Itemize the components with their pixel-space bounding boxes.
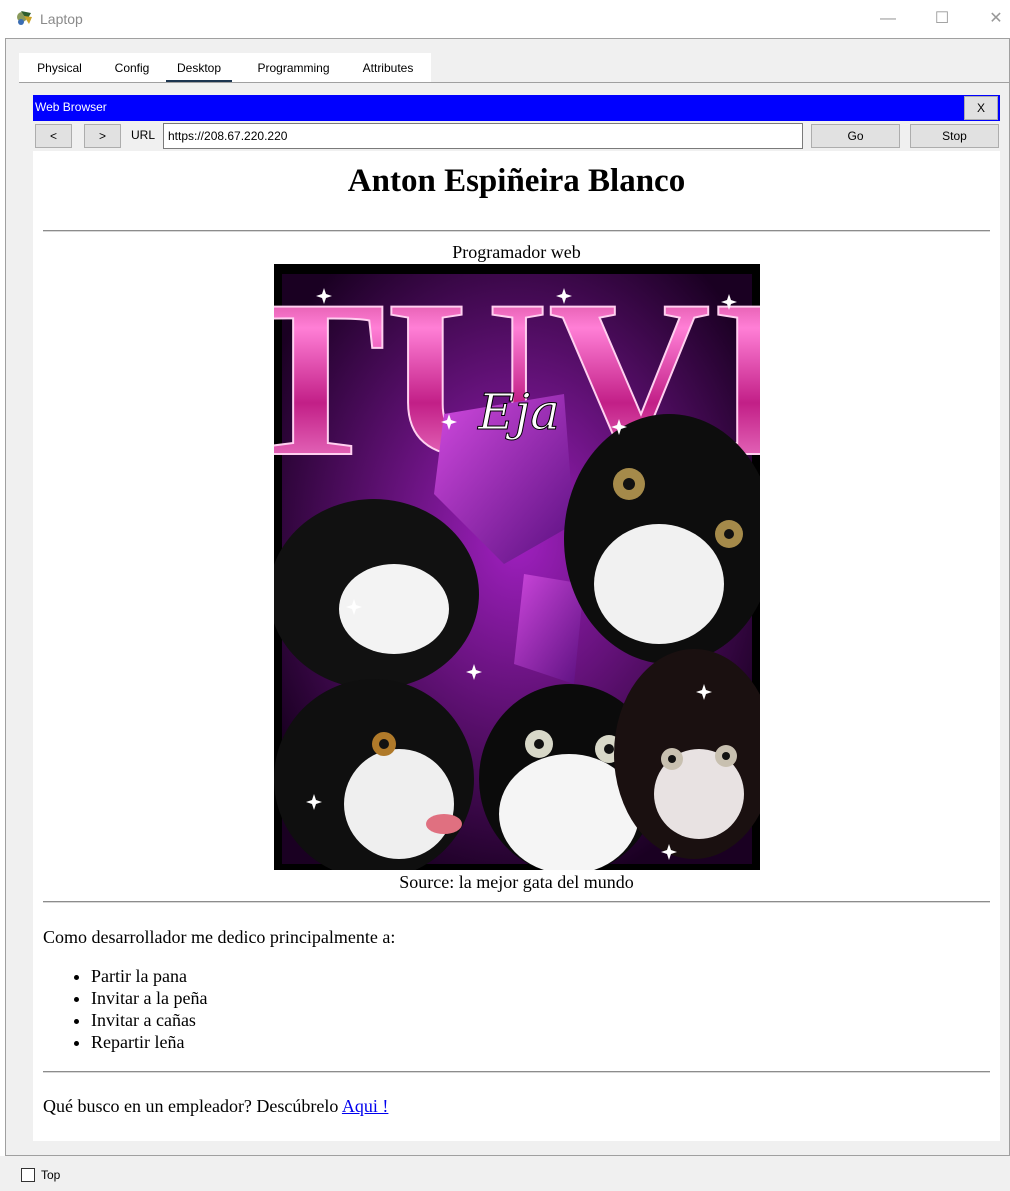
browser-close-button[interactable]: X bbox=[964, 96, 998, 120]
tab-attributes[interactable]: Attributes bbox=[352, 53, 424, 83]
url-label: URL bbox=[131, 128, 156, 142]
browser-titlebar: Web Browser X bbox=[33, 95, 1000, 121]
divider bbox=[43, 230, 990, 232]
skills-list: Partir la pana Invitar a la peña Invitar… bbox=[43, 965, 207, 1053]
cat-poster-illustration: TUVI Eja bbox=[274, 264, 760, 870]
intro-text: Como desarrollador me dedico principalme… bbox=[43, 927, 396, 947]
forward-button[interactable]: > bbox=[84, 124, 121, 148]
web-page-content: Anton Espiñeira Blanco Programador web T… bbox=[33, 151, 1000, 1141]
tab-config[interactable]: Config bbox=[103, 53, 161, 83]
divider bbox=[43, 1071, 990, 1073]
skill-item: Invitar a la peña bbox=[91, 987, 207, 1009]
minimize-button[interactable]: — bbox=[868, 4, 908, 34]
skill-item: Invitar a cañas bbox=[91, 1009, 207, 1031]
poster-signature: Eja bbox=[477, 383, 560, 441]
aqui-link[interactable]: Aqui ! bbox=[342, 1096, 389, 1116]
skill-item: Partir la pana bbox=[91, 965, 207, 987]
cta-text: Qué busco en un empleador? Descúbrelo bbox=[43, 1096, 342, 1116]
window-title: Laptop bbox=[40, 11, 83, 27]
laptop-app-icon bbox=[17, 11, 32, 25]
tab-programming[interactable]: Programming bbox=[247, 53, 340, 83]
page-subtitle: Programador web bbox=[452, 242, 581, 262]
cat-poster-image: TUVI Eja bbox=[274, 264, 760, 870]
go-button[interactable]: Go bbox=[811, 124, 900, 148]
browser-title: Web Browser bbox=[35, 100, 107, 114]
footer-bar bbox=[0, 1156, 1010, 1191]
close-window-button[interactable]: ✕ bbox=[976, 4, 1010, 34]
image-caption: Source: la mejor gata del mundo bbox=[399, 872, 634, 892]
tab-strip: Physical Config Desktop Programming Attr… bbox=[19, 53, 431, 83]
skill-item: Repartir leña bbox=[91, 1031, 207, 1053]
maximize-button[interactable]: ☐ bbox=[922, 4, 962, 34]
url-input[interactable] bbox=[163, 123, 803, 149]
top-checkbox-label: Top bbox=[41, 1168, 61, 1182]
employer-cta: Qué busco en un empleador? Descúbrelo Aq… bbox=[43, 1096, 388, 1117]
page-heading: Anton Espiñeira Blanco bbox=[347, 163, 686, 199]
window-titlebar: Laptop — ☐ ✕ bbox=[0, 0, 1010, 40]
tab-physical[interactable]: Physical bbox=[27, 53, 92, 83]
top-checkbox[interactable] bbox=[21, 1168, 35, 1182]
tab-desktop[interactable]: Desktop bbox=[166, 53, 232, 83]
back-button[interactable]: < bbox=[35, 124, 72, 148]
divider bbox=[43, 901, 990, 903]
stop-button[interactable]: Stop bbox=[910, 124, 999, 148]
